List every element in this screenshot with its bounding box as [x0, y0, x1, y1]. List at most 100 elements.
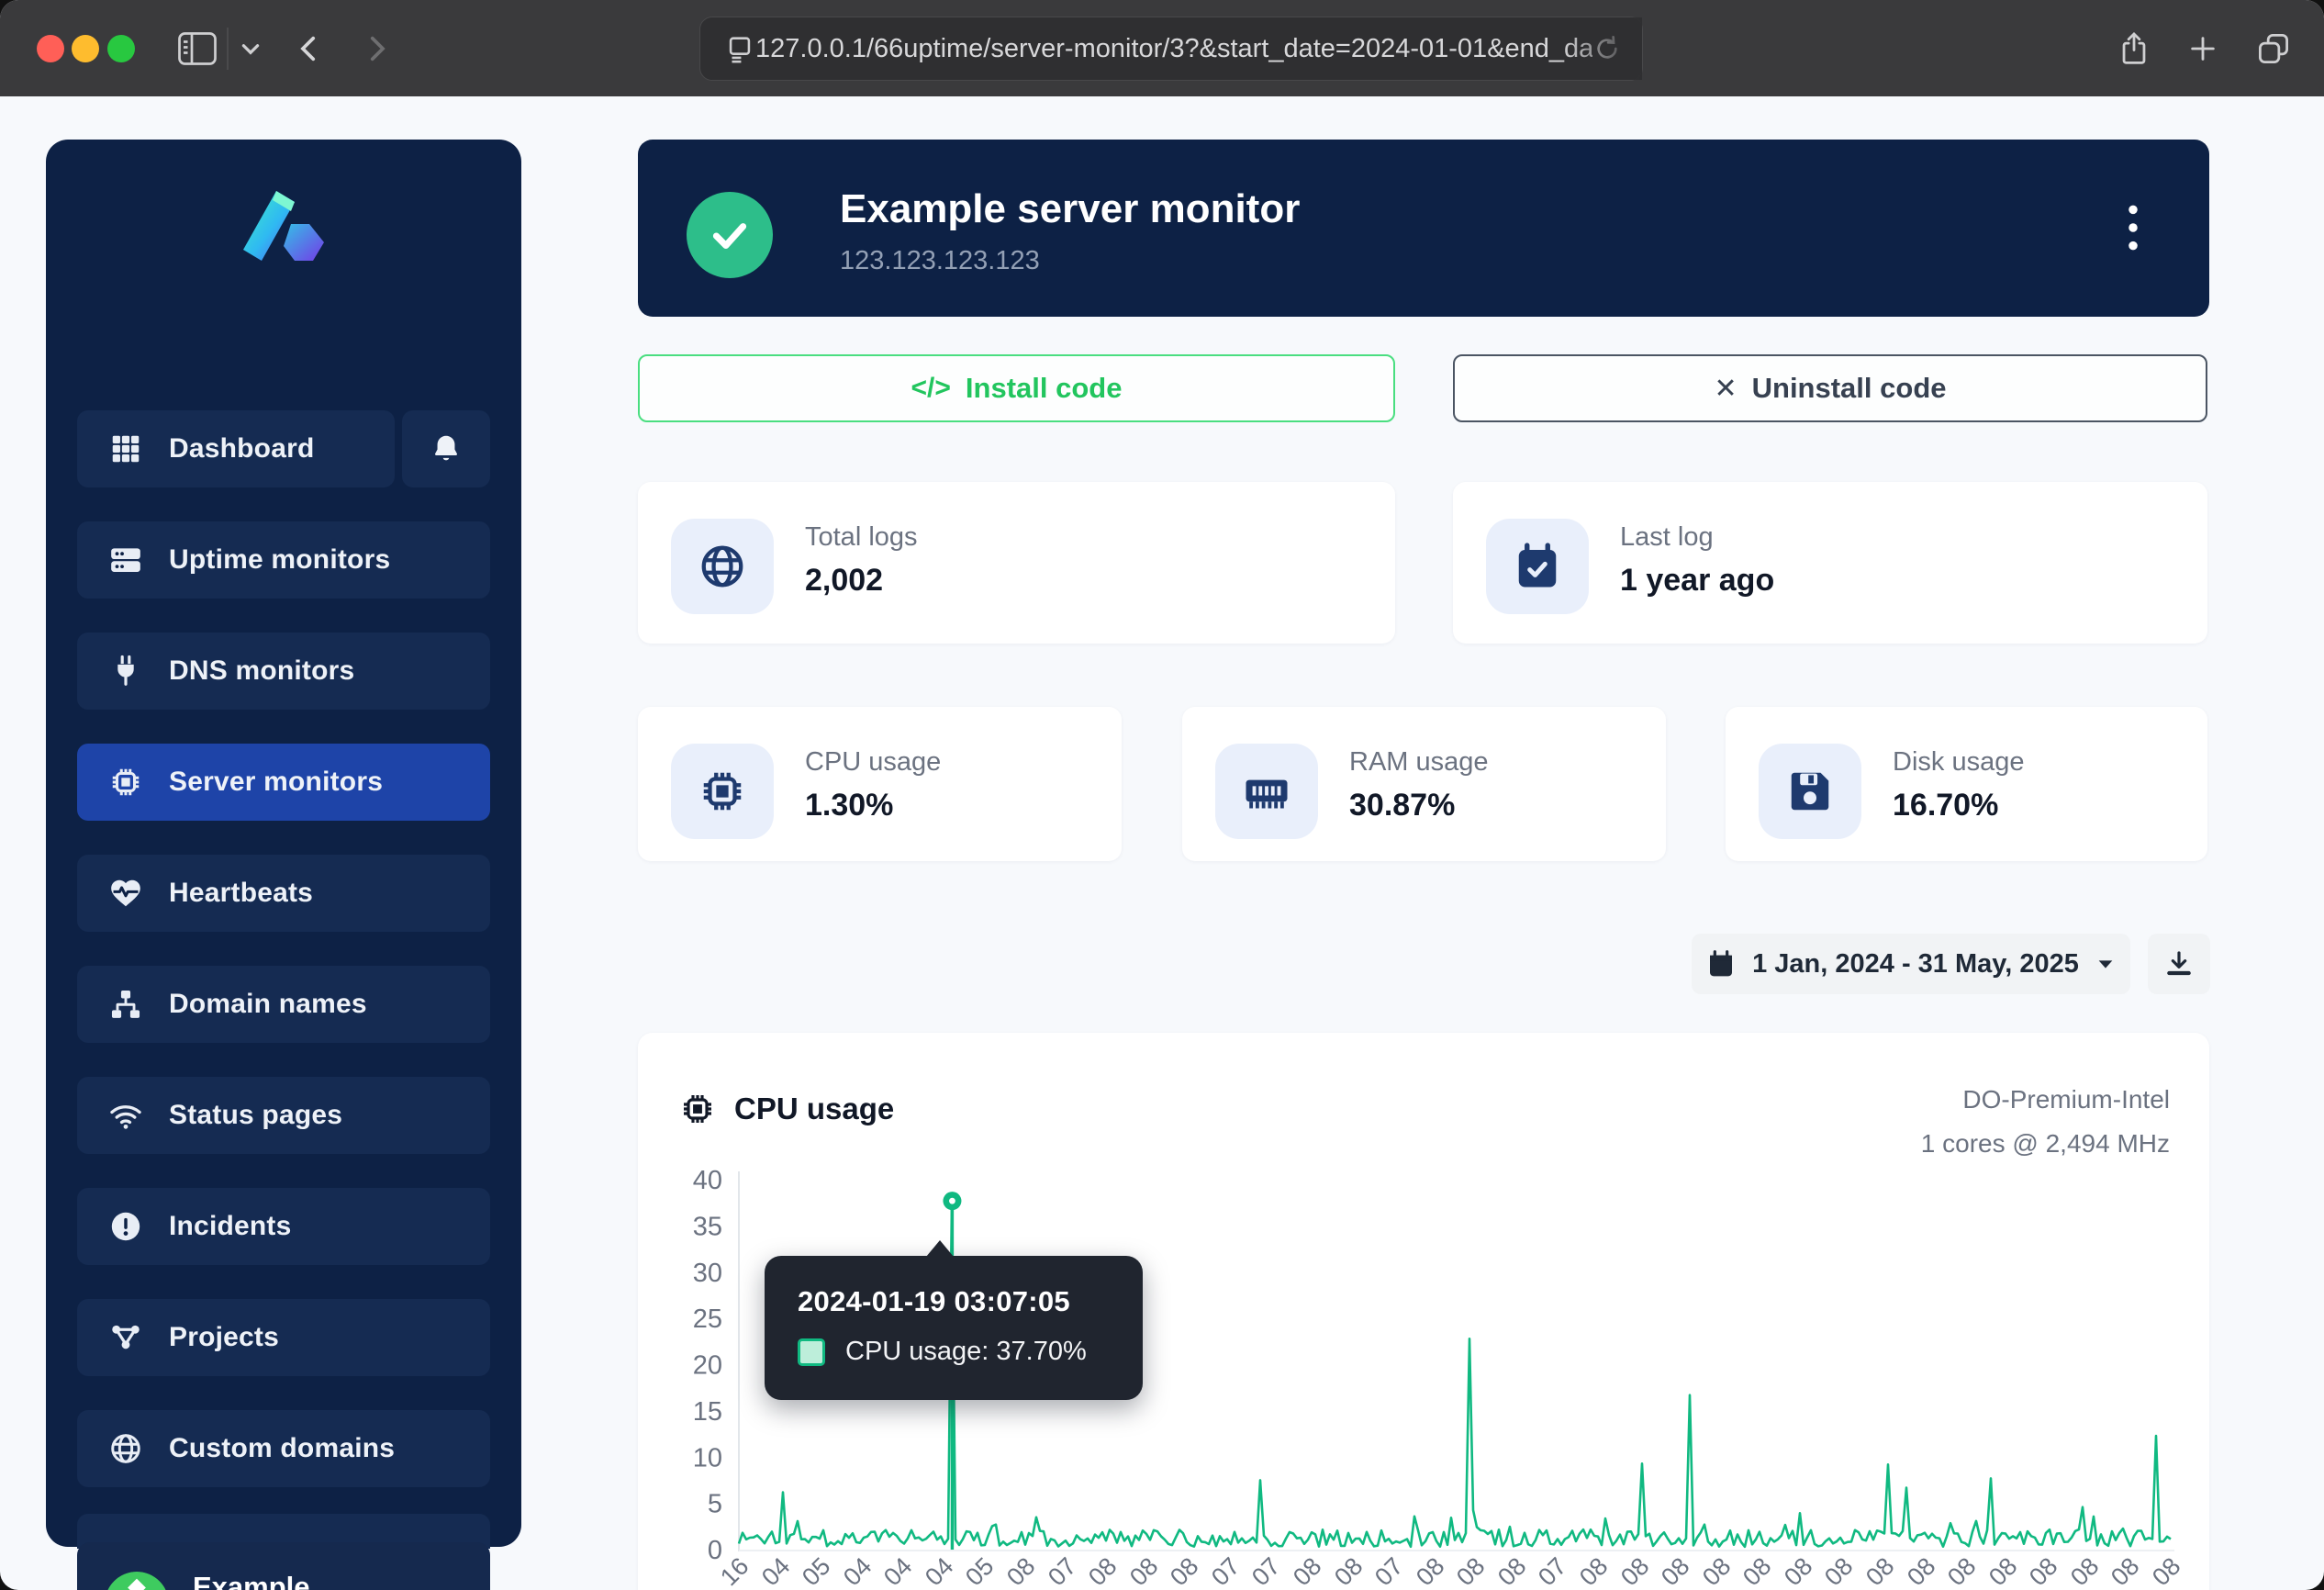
stat-card-disk-usage: Disk usage 16.70% — [1726, 707, 2207, 861]
sidebar-item-label: Heartbeats — [169, 878, 313, 909]
sidebar-item-label: Status pages — [169, 1100, 342, 1131]
server-icon — [108, 543, 143, 577]
install-code-button[interactable]: </> Install code — [638, 354, 1395, 422]
zoom-window-button[interactable] — [107, 35, 135, 62]
date-range-label: 1 Jan, 2024 - 31 May, 2025 — [1752, 949, 2079, 980]
stat-label: RAM usage — [1349, 747, 1489, 778]
back-icon[interactable] — [286, 26, 332, 72]
new-tab-icon[interactable] — [2180, 26, 2226, 72]
tooltip-datetime: 2024-01-19 03:07:05 — [798, 1285, 1070, 1318]
sidebar-item-label: Incidents — [169, 1211, 292, 1242]
sidebar-item-label: Custom domains — [169, 1433, 395, 1464]
globe-icon — [671, 519, 774, 614]
sidebar-item-dashboard[interactable]: Dashboard — [77, 410, 395, 487]
url-fade — [1559, 17, 1642, 80]
chip-icon — [108, 765, 143, 800]
stat-label: Last log — [1620, 522, 1714, 553]
calendar-icon — [1706, 949, 1736, 979]
minimize-window-button[interactable] — [72, 35, 99, 62]
cpu-icon — [679, 1091, 716, 1127]
url-text[interactable]: 127.0.0.1/66uptime/server-monitor/3?&sta… — [755, 34, 1592, 64]
check-icon — [707, 212, 753, 258]
sidebar-item-custom-domains[interactable]: Custom domains — [77, 1410, 490, 1487]
svg-text:25: 25 — [693, 1304, 722, 1334]
sidebar-item-domain-names[interactable]: Domain names — [77, 966, 490, 1043]
sidebar-toggle-icon[interactable] — [174, 26, 220, 72]
grid-icon — [108, 431, 143, 466]
heartbeat-icon — [108, 876, 143, 911]
alert-icon — [108, 1209, 143, 1244]
plug-icon — [108, 654, 143, 689]
stat-value: 1 year ago — [1620, 563, 1774, 599]
date-range-button[interactable]: 1 Jan, 2024 - 31 May, 2025 — [1692, 934, 2130, 994]
sidebar-item-dns-monitors[interactable]: DNS monitors — [77, 633, 490, 710]
sidebar-item-incidents[interactable]: Incidents — [77, 1188, 490, 1265]
sidebar-item-label: Dashboard — [169, 433, 315, 465]
stat-label: Total logs — [805, 522, 918, 553]
uninstall-code-button[interactable]: ✕ Uninstall code — [1453, 354, 2207, 422]
user-card[interactable]: Example sample@example.com — [77, 1542, 490, 1590]
install-code-label: Install code — [966, 372, 1123, 405]
sidebar-item-status-pages[interactable]: Status pages — [77, 1077, 490, 1154]
globe-icon — [108, 1431, 143, 1466]
url-bar[interactable]: 127.0.0.1/66uptime/server-monitor/3?&sta… — [699, 17, 1643, 81]
download-icon — [2164, 949, 2194, 979]
server-spec: 1 cores @ 2,494 MHz — [1560, 1129, 2170, 1159]
calendar-check-icon — [1486, 519, 1589, 614]
stat-label: CPU usage — [805, 747, 941, 778]
kebab-menu-icon[interactable] — [2107, 191, 2159, 264]
avatar — [105, 1572, 169, 1590]
svg-text:20: 20 — [693, 1351, 722, 1381]
sidebar-item-label: Domain names — [169, 989, 367, 1020]
sidebar-item-label: Projects — [169, 1322, 279, 1353]
caret-down-icon — [2095, 954, 2116, 974]
wifi-icon — [108, 1098, 143, 1133]
sidebar-item-projects[interactable]: Projects — [77, 1299, 490, 1376]
tooltip-pointer — [926, 1240, 954, 1257]
svg-text:40: 40 — [693, 1166, 722, 1195]
x-icon: ✕ — [1714, 373, 1737, 405]
bell-icon — [430, 432, 463, 465]
uninstall-code-label: Uninstall code — [1752, 372, 1947, 405]
stat-card-last-log: Last log 1 year ago — [1453, 482, 2207, 644]
status-up-badge — [687, 192, 773, 278]
server-name: DO-Premium-Intel — [1560, 1085, 2170, 1114]
user-name: Example — [193, 1571, 445, 1590]
sidebar-item-label: Server monitors — [169, 767, 383, 798]
monitor-title: Example server monitor — [840, 186, 1300, 232]
cpu-icon — [671, 744, 774, 839]
svg-text:10: 10 — [693, 1443, 722, 1472]
sitemap-icon — [108, 987, 143, 1022]
nodes-icon — [108, 1320, 143, 1355]
stat-value: 30.87% — [1349, 788, 1455, 823]
close-window-button[interactable] — [37, 35, 64, 62]
sidebar-item-uptime-monitors[interactable]: Uptime monitors — [77, 521, 490, 599]
forward-icon — [353, 26, 399, 72]
notifications-button[interactable] — [402, 410, 490, 487]
stat-value: 1.30% — [805, 788, 893, 823]
app-logo — [46, 187, 521, 275]
sidebar-item-server-monitors[interactable]: Server monitors — [77, 744, 490, 821]
monitor-ip: 123.123.123.123 — [840, 246, 1040, 276]
sidebar-item-heartbeats[interactable]: Heartbeats — [77, 855, 490, 932]
svg-text:15: 15 — [693, 1397, 722, 1427]
chart-title: CPU usage — [679, 1091, 894, 1127]
sidebar: Dashboard Uptime monitors DNS monitors Serv… — [46, 140, 521, 1547]
stat-value: 16.70% — [1893, 788, 1998, 823]
browser-window: 127.0.0.1/66uptime/server-monitor/3?&sta… — [0, 0, 2324, 1590]
stat-label: Disk usage — [1893, 747, 2024, 778]
sidebar-item-label: DNS monitors — [169, 655, 354, 687]
stat-card-cpu-usage: CPU usage 1.30% — [638, 707, 1122, 861]
tooltip-value: CPU usage: 37.70% — [845, 1337, 1087, 1367]
download-button[interactable] — [2148, 934, 2210, 994]
chart-tooltip: 2024-01-19 03:07:05 CPU usage: 37.70% — [765, 1256, 1143, 1400]
tabs-overview-icon[interactable] — [2251, 26, 2296, 72]
svg-text:30: 30 — [693, 1259, 722, 1288]
chevron-down-icon[interactable] — [228, 26, 274, 72]
page-settings-icon[interactable] — [724, 33, 755, 64]
svg-text:5: 5 — [708, 1490, 722, 1519]
sidebar-item-label: Uptime monitors — [169, 544, 390, 576]
share-icon[interactable] — [2111, 26, 2157, 72]
code-icon: </> — [911, 373, 951, 404]
disk-icon — [1759, 744, 1861, 839]
